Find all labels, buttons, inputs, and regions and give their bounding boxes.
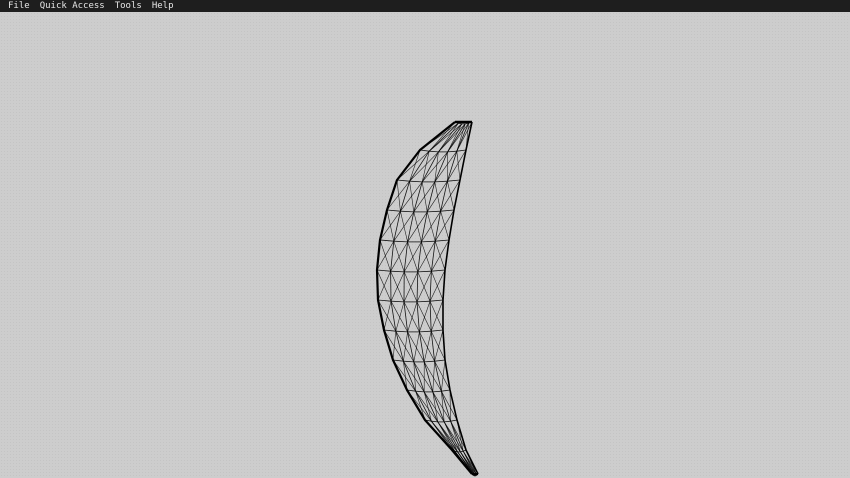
mesh-edge: [400, 210, 414, 213]
mesh-edge: [386, 209, 401, 212]
mesh-edge: [428, 122, 459, 152]
mesh-edge: [413, 331, 420, 362]
mesh-edge: [429, 299, 444, 302]
mesh-edge: [456, 149, 467, 152]
mesh-edge: [409, 149, 421, 182]
mesh-edge: [413, 361, 434, 393]
wireframe-blade-mesh[interactable]: [0, 12, 850, 478]
mesh-edge: [417, 241, 422, 272]
mesh-edge: [403, 360, 414, 363]
mesh-edge: [431, 269, 446, 272]
mesh-edge: [390, 270, 405, 273]
mesh-edge: [434, 359, 446, 362]
mesh-edge: [447, 181, 455, 211]
mesh-edge: [450, 419, 458, 422]
mesh-edge: [435, 239, 450, 242]
mesh-edge: [460, 450, 464, 453]
mesh-edge: [400, 181, 423, 212]
mesh-edge: [426, 181, 448, 213]
mesh-edge: [427, 210, 441, 213]
mesh-edge: [400, 181, 410, 212]
mesh-edge: [421, 181, 428, 212]
mesh-edge: [383, 329, 404, 362]
mesh-edge: [429, 150, 439, 153]
mesh-edge: [447, 150, 457, 153]
mesh-edge: [421, 151, 439, 183]
mesh-edge: [430, 331, 435, 362]
menu-file[interactable]: File: [3, 0, 35, 12]
mesh-edge: [395, 330, 408, 333]
mesh-edge: [440, 209, 455, 212]
mesh-edge: [434, 181, 441, 212]
mesh-edge: [416, 271, 419, 302]
mesh-edge: [416, 300, 431, 303]
mesh-edge: [426, 181, 436, 212]
mesh-edge: [376, 269, 391, 272]
mesh-edge: [421, 151, 430, 182]
mesh-edge: [441, 359, 446, 392]
mesh-edge: [386, 181, 410, 211]
mesh-edge: [379, 239, 394, 242]
mesh-edge: [434, 329, 444, 362]
mesh-edge: [434, 180, 448, 183]
mesh-edge: [407, 331, 415, 362]
mesh-edge: [403, 301, 408, 332]
mesh-edge: [413, 181, 423, 213]
mesh-edge: [419, 330, 432, 333]
mesh-edge: [409, 180, 423, 183]
mesh-edge: [440, 181, 448, 212]
mesh-edge: [429, 301, 432, 332]
mesh-edge: [395, 331, 415, 363]
mesh-edge: [429, 271, 432, 302]
mesh-edge: [441, 389, 451, 392]
mesh-edge: [390, 300, 405, 303]
menu-help[interactable]: Help: [147, 0, 179, 12]
mesh-edge: [458, 122, 462, 125]
mesh-edge: [447, 151, 458, 182]
mesh-edge: [423, 361, 434, 393]
mesh-edge: [431, 329, 444, 332]
mesh-edge: [421, 240, 436, 243]
menu-tools[interactable]: Tools: [110, 0, 147, 12]
mesh-edge: [383, 329, 396, 332]
mesh-edge: [413, 181, 436, 213]
mesh-edge: [396, 179, 401, 212]
mesh-edge: [447, 179, 461, 182]
mesh-edge: [434, 361, 442, 392]
mesh-edge: [395, 331, 404, 362]
mesh-edge: [383, 301, 392, 331]
mesh-edge: [423, 331, 432, 362]
mesh-edge: [419, 301, 431, 332]
mesh-edge: [393, 240, 408, 243]
mesh-edge: [396, 179, 410, 182]
mesh-edge: [409, 181, 415, 212]
mesh-edge: [407, 301, 418, 332]
mesh-edge: [424, 360, 435, 363]
mesh-edge: [417, 270, 432, 273]
mesh-edge: [432, 390, 442, 393]
mesh-edge: [431, 241, 436, 272]
mesh-edge: [456, 151, 461, 181]
mesh-edge: [444, 420, 451, 423]
application-window: File Quick Access Tools Help: [0, 0, 850, 478]
menu-quick-access[interactable]: Quick Access: [35, 0, 110, 12]
mesh-edge: [415, 390, 425, 393]
menu-bar: File Quick Access Tools Help: [0, 0, 850, 12]
3d-viewport[interactable]: [0, 12, 850, 478]
mesh-edge: [395, 301, 405, 332]
mesh-edge: [377, 299, 392, 302]
mesh-edge: [403, 331, 408, 362]
mesh-edge: [417, 241, 436, 273]
